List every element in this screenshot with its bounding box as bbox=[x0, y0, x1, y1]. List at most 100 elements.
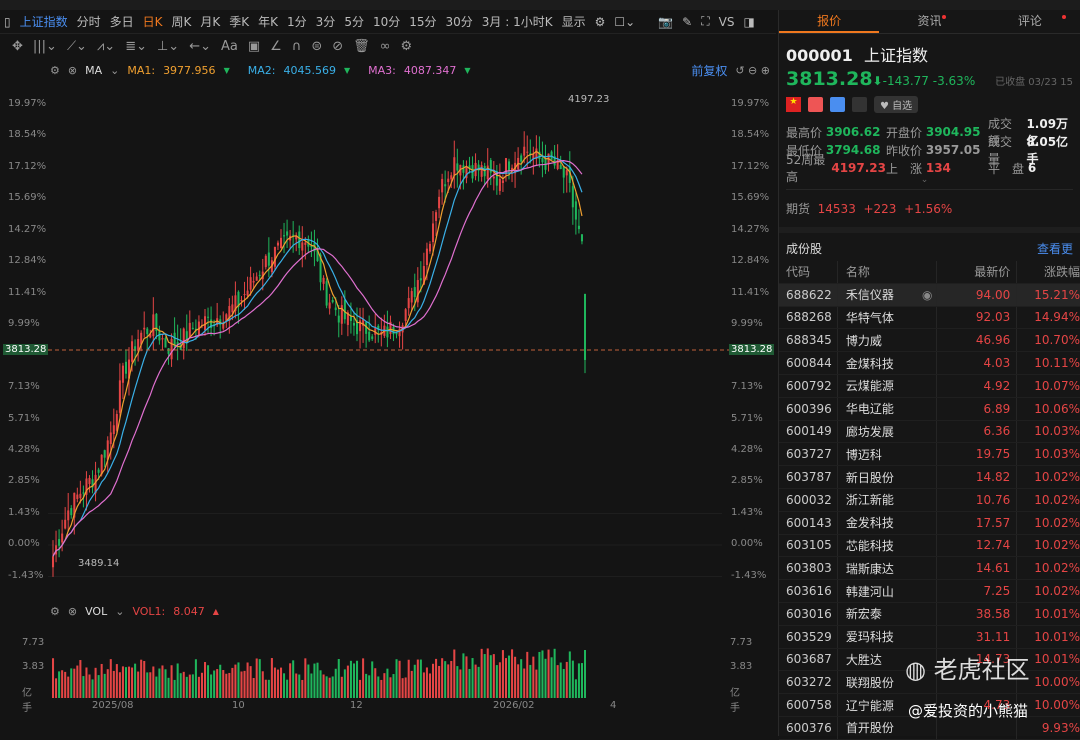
table-row[interactable]: 603727 博迈科 19.75 10.03% bbox=[779, 443, 1080, 467]
volume-bar bbox=[520, 659, 523, 698]
candle bbox=[231, 304, 234, 313]
volume-chart[interactable] bbox=[0, 630, 776, 736]
candle bbox=[398, 328, 401, 337]
table-row[interactable]: 603016 新宏泰 38.58 10.01% bbox=[779, 602, 1080, 626]
settings-icon[interactable]: ⚙ bbox=[50, 605, 60, 618]
volume-bar bbox=[319, 670, 322, 698]
pencil-icon[interactable]: ✎ bbox=[682, 15, 692, 29]
table-row[interactable]: 688268 华特气体 92.03 14.94% bbox=[779, 306, 1080, 330]
fullscreen-icon[interactable]: ⛶ bbox=[701, 14, 709, 29]
volume-bar bbox=[386, 668, 389, 698]
period-4[interactable]: 周K bbox=[172, 13, 192, 30]
table-row[interactable]: 603787 新日股份 14.82 10.02% bbox=[779, 466, 1080, 489]
hide-icon[interactable]: ⊘ bbox=[332, 39, 343, 54]
volume-bar bbox=[225, 673, 228, 698]
volume-bar bbox=[118, 672, 121, 698]
settings-icon[interactable]: ⚙ bbox=[50, 64, 60, 77]
price-change-pct: -3.63% bbox=[932, 74, 976, 88]
period-7[interactable]: 年K bbox=[258, 13, 278, 30]
lines-icon[interactable]: |||⌄ bbox=[33, 39, 57, 54]
close-icon[interactable]: ⊗ bbox=[68, 605, 77, 618]
period-15[interactable]: 显示 bbox=[562, 13, 586, 30]
volume-bar bbox=[331, 676, 334, 698]
wave-icon[interactable]: ⩘⌄ bbox=[97, 39, 115, 54]
layout-icon[interactable]: ☐⌄ bbox=[614, 15, 635, 29]
tab-comments[interactable]: 评论 bbox=[980, 10, 1080, 33]
volume-bar bbox=[219, 664, 222, 698]
period-10[interactable]: 5分 bbox=[344, 13, 364, 30]
period-14[interactable]: 3月 : 1小时K bbox=[482, 13, 553, 30]
tab-news[interactable]: 资讯 bbox=[879, 10, 979, 33]
measure-icon[interactable]: ⊥⌄ bbox=[157, 39, 179, 54]
period-0[interactable]: 上证指数 bbox=[20, 13, 68, 30]
text-icon[interactable]: Aa bbox=[221, 39, 238, 54]
table-row[interactable]: 600143 金发科技 17.57 10.02% bbox=[779, 511, 1080, 535]
fib-icon[interactable]: ≣⌄ bbox=[125, 39, 147, 54]
vs-button[interactable]: VS bbox=[719, 15, 735, 29]
ma1-label: MA1: bbox=[127, 63, 156, 77]
table-row[interactable]: 600396 华电辽能 6.89 10.06% bbox=[779, 397, 1080, 421]
panel-toggle-icon[interactable]: ◨ bbox=[743, 15, 754, 29]
close-icon[interactable]: ⊗ bbox=[68, 64, 77, 77]
tag-icon[interactable] bbox=[830, 97, 845, 112]
volume-bar bbox=[258, 659, 261, 698]
period-5[interactable]: 月K bbox=[200, 13, 220, 30]
ma2-label: MA2: bbox=[247, 63, 276, 77]
lock-icon[interactable]: ⊜ bbox=[311, 39, 322, 54]
note-icon[interactable]: ▣ bbox=[248, 39, 260, 54]
period-6[interactable]: 季K bbox=[229, 13, 249, 30]
table-row[interactable]: 600032 浙江新能 10.76 10.02% bbox=[779, 488, 1080, 512]
table-row[interactable]: 688345 博力威 46.96 10.70% bbox=[779, 329, 1080, 353]
arrow-icon[interactable]: ←⌄ bbox=[189, 39, 211, 54]
volume-bar bbox=[173, 679, 176, 698]
period-11[interactable]: 10分 bbox=[373, 13, 400, 30]
candle bbox=[67, 510, 70, 521]
settings-icon[interactable]: ⚙ bbox=[401, 39, 413, 54]
view-more-link[interactable]: 查看更 bbox=[1037, 240, 1073, 257]
volume-bar bbox=[346, 665, 349, 698]
angle-icon[interactable]: ∠ bbox=[270, 39, 282, 54]
trash-icon[interactable]: 🗑 bbox=[353, 39, 370, 54]
camera-icon[interactable]: 📷 bbox=[658, 15, 673, 29]
trend-icon[interactable]: ⟋⌄ bbox=[67, 39, 87, 54]
reset-zoom-icons[interactable]: ↺ ⊖ ⊕ bbox=[735, 64, 770, 77]
settings-icon[interactable]: ⚙ bbox=[595, 15, 606, 29]
volume-bar bbox=[550, 657, 553, 698]
table-row[interactable]: 603616 韩建河山 7.25 10.02% bbox=[779, 580, 1080, 603]
magnet-icon[interactable]: ∩ bbox=[292, 39, 302, 54]
period-9[interactable]: 3分 bbox=[316, 13, 336, 30]
table-row[interactable]: 600149 廊坊发展 6.36 10.03% bbox=[779, 420, 1080, 444]
vol-selector[interactable]: VOL bbox=[85, 605, 107, 618]
link-icon[interactable]: ∞ bbox=[380, 39, 391, 54]
ma-selector[interactable]: MA bbox=[85, 64, 102, 77]
price-axis-label: -1.43% bbox=[731, 569, 767, 581]
table-row[interactable]: 603105 芯能科技 12.74 10.02% bbox=[779, 534, 1080, 558]
candle bbox=[61, 533, 64, 543]
period-3[interactable]: 日K bbox=[143, 13, 163, 30]
period-12[interactable]: 15分 bbox=[409, 13, 436, 30]
candle bbox=[124, 361, 127, 374]
candle bbox=[386, 326, 389, 338]
flash-icon[interactable] bbox=[808, 97, 823, 112]
adjust-button[interactable]: 前复权 bbox=[691, 62, 727, 79]
volume-bar bbox=[456, 666, 459, 698]
table-row[interactable]: 688622 禾信仪器 ◉ 94.00 15.21% bbox=[779, 283, 1080, 307]
period-8[interactable]: 1分 bbox=[287, 13, 307, 30]
price-axis-label: 18.54% bbox=[731, 129, 770, 141]
futures-row[interactable]: 期货 14533 +223 +1.56% bbox=[786, 189, 1073, 227]
eye-icon[interactable]: ◉ bbox=[922, 288, 932, 302]
table-row[interactable]: 603803 瑞斯康达 14.61 10.02% bbox=[779, 557, 1080, 581]
tab-quote[interactable]: 报价 bbox=[779, 10, 880, 33]
period-13[interactable]: 30分 bbox=[446, 13, 473, 30]
period-2[interactable]: 多日 bbox=[110, 13, 134, 30]
doc-icon[interactable] bbox=[852, 97, 867, 112]
table-row[interactable]: 600844 金煤科技 4.03 10.11% bbox=[779, 352, 1080, 375]
table-row[interactable]: 600792 云煤能源 4.92 10.07% bbox=[779, 374, 1080, 398]
candle bbox=[286, 231, 289, 236]
table-row[interactable]: 603529 爱玛科技 31.11 10.01% bbox=[779, 625, 1080, 649]
sidebar-toggle-icon[interactable]: ▯ bbox=[4, 15, 11, 29]
move-icon[interactable]: ✥ bbox=[12, 39, 23, 54]
watchlist-button[interactable]: ♥ 自选 bbox=[874, 96, 919, 113]
period-1[interactable]: 分时 bbox=[77, 13, 101, 30]
candlestick-chart[interactable] bbox=[0, 80, 776, 600]
